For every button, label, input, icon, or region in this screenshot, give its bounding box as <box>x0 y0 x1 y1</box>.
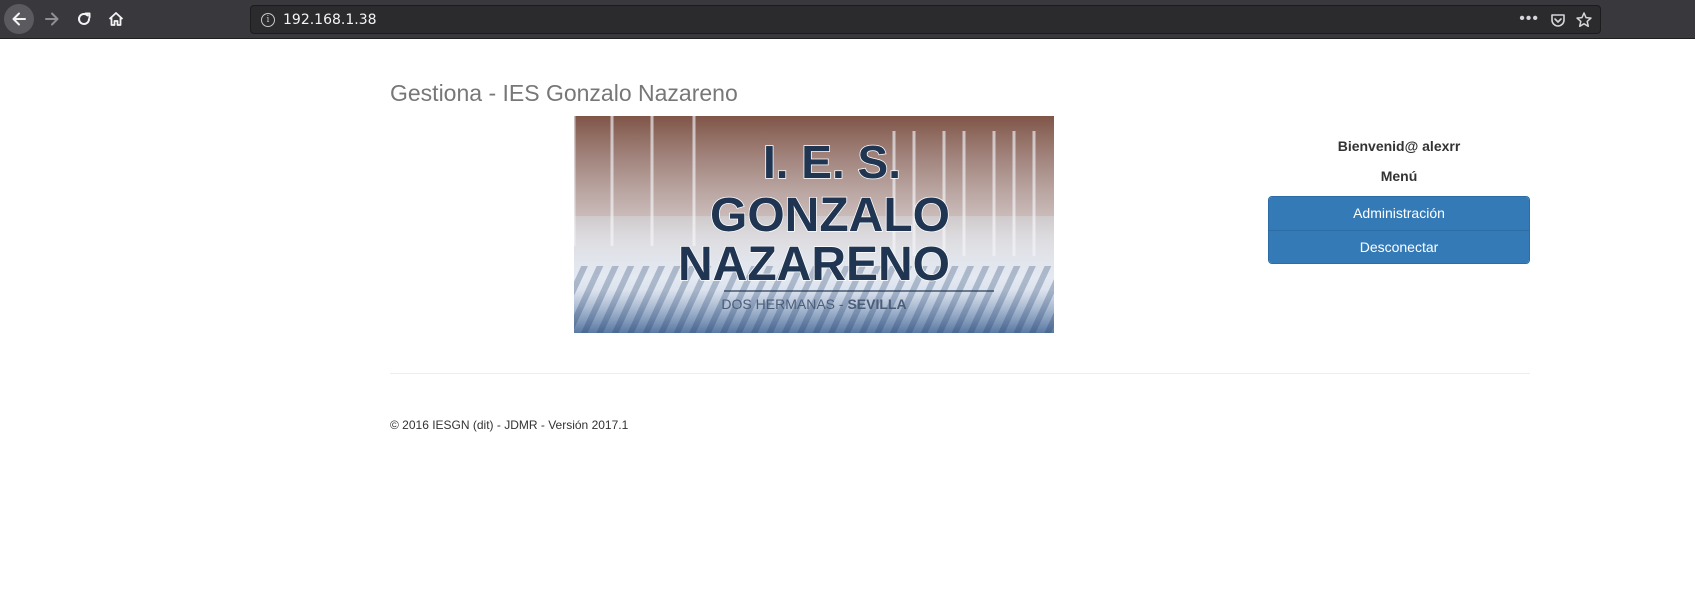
school-banner-image: I. E. S. GONZALO NAZARENO DOS HERMANAS -… <box>574 116 1054 333</box>
forward-button[interactable] <box>37 4 67 34</box>
banner-svg: I. E. S. GONZALO NAZARENO DOS HERMANAS -… <box>574 116 1054 333</box>
arrow-right-icon <box>45 12 59 26</box>
banner-line3: NAZARENO <box>678 238 950 291</box>
more-horizontal-icon[interactable]: ••• <box>1519 10 1539 28</box>
banner-line1: I. E. S. <box>763 136 901 188</box>
banner-subtitle: DOS HERMANAS - SEVILLA <box>721 296 906 312</box>
back-button[interactable] <box>4 4 34 34</box>
footer-divider <box>390 373 1530 374</box>
welcome-text: Bienvenid@ alexrr <box>1337 138 1461 154</box>
banner-province: SEVILLA <box>847 296 906 312</box>
home-button[interactable] <box>101 4 131 34</box>
star-icon[interactable] <box>1575 11 1593 29</box>
menu-item-desconectar[interactable]: Desconectar <box>1269 230 1529 263</box>
banner-line2: GONZALO <box>710 189 950 242</box>
footer-text: © 2016 IESGN (dit) - JDMR - Versión 2017… <box>390 418 629 432</box>
menu-item-administracion[interactable]: Administración <box>1269 197 1529 230</box>
info-icon[interactable]: i <box>261 13 275 27</box>
menu-title: Menú <box>1380 168 1418 184</box>
home-icon <box>108 12 124 26</box>
menu-list: Administración Desconectar <box>1268 196 1530 264</box>
banner-town: DOS HERMANAS <box>721 296 835 312</box>
browser-toolbar: i 192.168.1.38 ••• <box>0 0 1695 39</box>
banner-separator: - <box>835 296 847 312</box>
reload-icon <box>78 12 91 25</box>
page-title: Gestiona - IES Gonzalo Nazareno <box>390 80 738 106</box>
url-text[interactable]: 192.168.1.38 <box>283 12 377 28</box>
user-sidebar: Bienvenid@ alexrr Menú Administración De… <box>1268 136 1530 264</box>
reload-button[interactable] <box>69 4 99 34</box>
arrow-left-icon <box>12 12 26 26</box>
address-bar[interactable]: i 192.168.1.38 ••• <box>250 5 1601 34</box>
pocket-icon[interactable] <box>1550 12 1566 28</box>
